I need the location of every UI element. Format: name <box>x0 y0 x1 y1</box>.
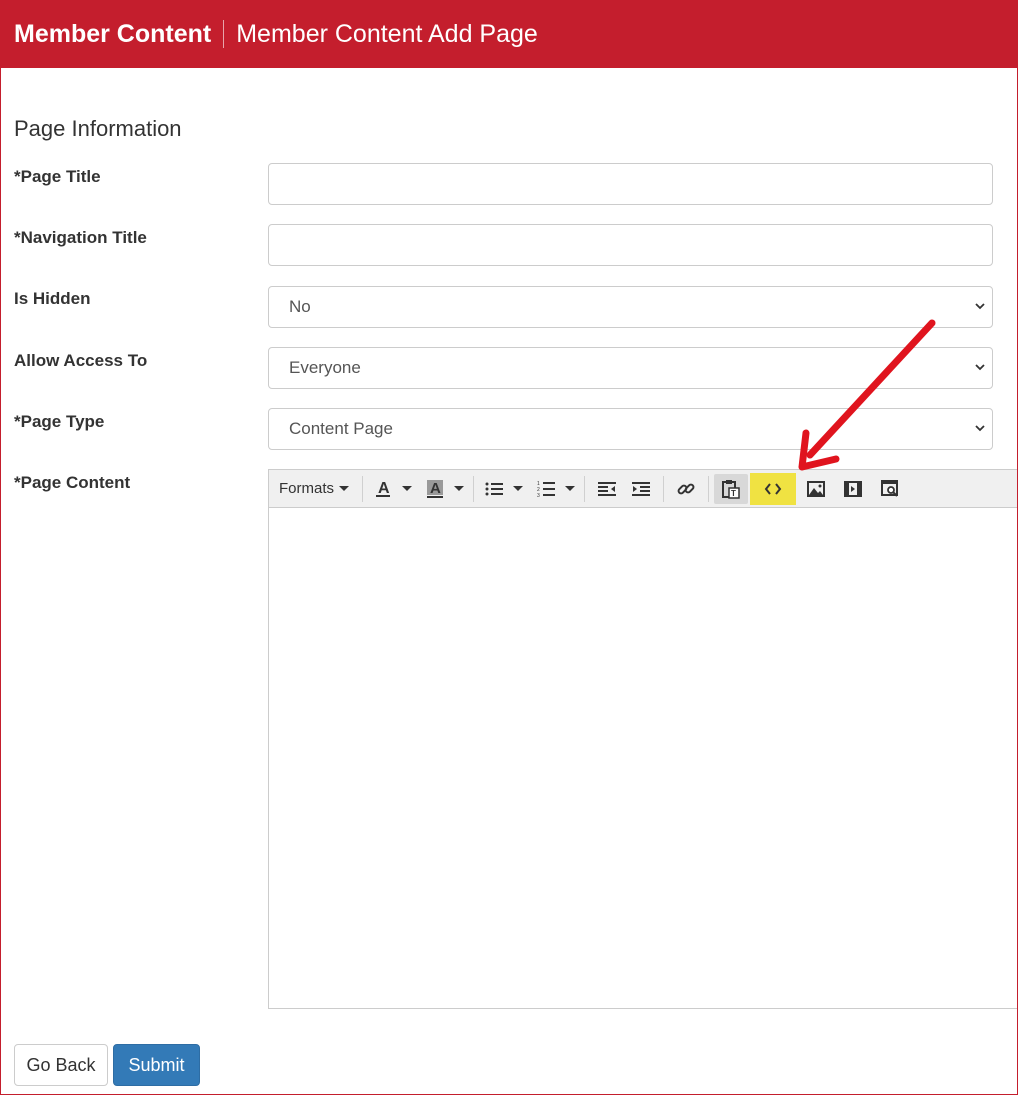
link-icon[interactable] <box>669 474 703 504</box>
annotation-arrow <box>798 319 936 471</box>
allow-access-label: Allow Access To <box>14 351 148 370</box>
allow-access-value: Everyone <box>289 358 361 377</box>
caret-down-icon[interactable] <box>398 474 416 504</box>
outdent-icon[interactable] <box>590 474 624 504</box>
caret-down-icon[interactable] <box>450 474 468 504</box>
chevron-down-icon <box>975 425 985 432</box>
toolbar-divider <box>708 475 710 502</box>
svg-text:A: A <box>430 480 441 497</box>
svg-text:3: 3 <box>537 493 540 498</box>
section-title: Page Information <box>14 116 182 141</box>
caret-down-icon[interactable] <box>561 474 579 504</box>
formats-label: Formats <box>279 480 335 497</box>
app-header: Member Content Member Content Add Page <box>0 0 1018 68</box>
toolbar-divider <box>362 475 364 502</box>
page-type-label: *Page Type <box>14 412 105 431</box>
page-title-label: *Page Title <box>14 167 101 186</box>
toolbar-divider <box>584 475 586 502</box>
go-back-button[interactable]: Go Back <box>14 1044 108 1086</box>
page-heading: Member Content Add Page <box>236 19 538 48</box>
page-title-input[interactable] <box>268 163 993 205</box>
page-content-label: *Page Content <box>14 473 131 492</box>
page-type-value: Content Page <box>289 419 393 438</box>
app-title[interactable]: Member Content <box>0 20 223 49</box>
paste-text-icon[interactable]: T <box>714 473 749 504</box>
chevron-down-icon <box>975 364 985 371</box>
navigation-title-label: *Navigation Title <box>14 228 147 247</box>
is-hidden-value: No <box>289 297 311 316</box>
toolbar-divider <box>663 475 665 502</box>
toolbar-divider <box>473 475 475 502</box>
numbered-list-icon[interactable]: 123 <box>531 474 561 504</box>
is-hidden-label: Is Hidden <box>14 289 91 308</box>
svg-text:T: T <box>731 489 736 498</box>
formats-dropdown[interactable]: Formats <box>271 474 357 504</box>
editor-content-area[interactable] <box>269 508 1018 1008</box>
caret-down-icon <box>339 486 350 491</box>
rich-text-editor: Formats A A 123 T <box>268 469 1018 1009</box>
text-color-icon[interactable]: A <box>368 474 398 504</box>
svg-text:A: A <box>378 480 390 497</box>
chevron-down-icon <box>975 303 985 310</box>
background-color-icon[interactable]: A <box>420 474 450 504</box>
navigation-title-input[interactable] <box>268 224 993 266</box>
indent-icon[interactable] <box>624 474 658 504</box>
bullet-list-icon[interactable] <box>479 474 509 504</box>
caret-down-icon[interactable] <box>509 474 527 504</box>
submit-button[interactable]: Submit <box>113 1044 200 1086</box>
